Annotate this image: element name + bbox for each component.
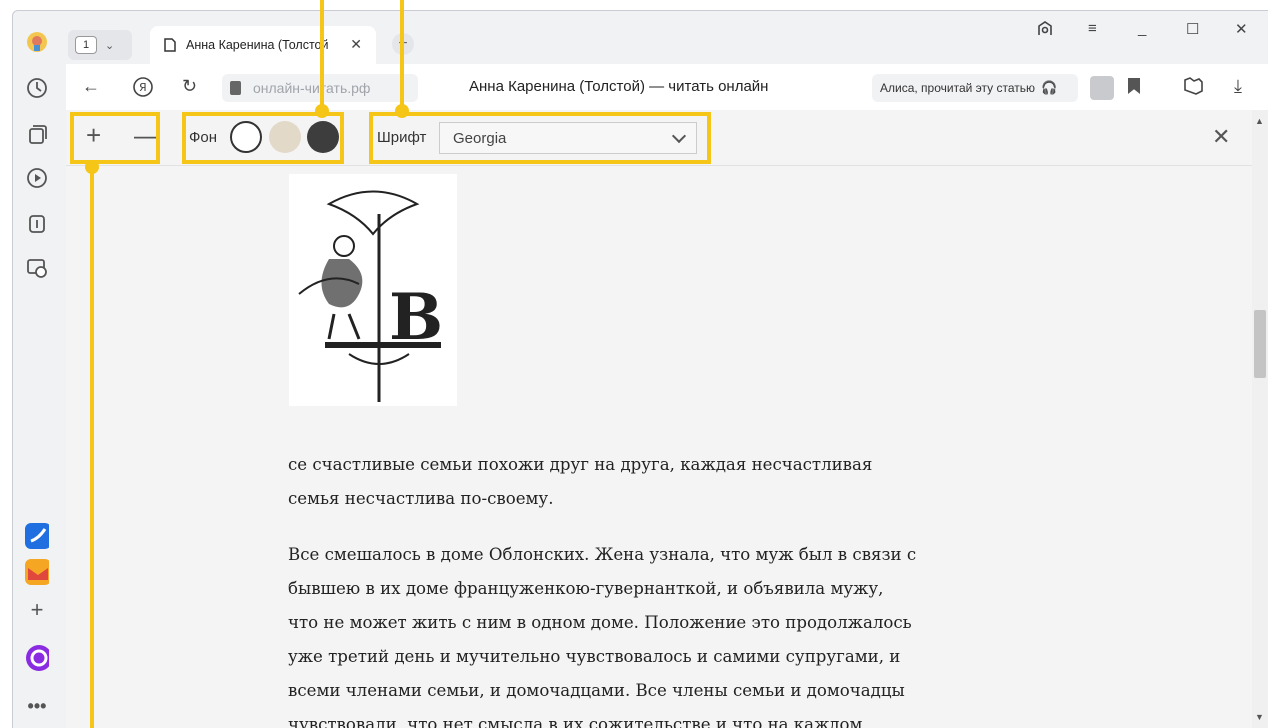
paragraph-1: се счастливые семьи похожи друг на друга… [288, 448, 1048, 516]
callout-line-font [400, 0, 404, 110]
sync-icon[interactable] [1036, 20, 1054, 42]
scroll-down-icon[interactable]: ▼ [1255, 712, 1264, 722]
scrollbar-thumb[interactable] [1254, 310, 1266, 378]
active-tab[interactable]: Анна Каренина (Толстой ✕ [150, 26, 376, 64]
screenshot-icon[interactable] [25, 256, 49, 280]
text-line: се счастливые семьи похожи друг на друга… [288, 455, 873, 474]
background-highlight [182, 112, 344, 164]
screenshot-frame: + ••• 1 ⌄ Анна Каренина (Толстой ✕ + ≡ _… [0, 0, 1268, 728]
tab-counter-icon[interactable] [25, 212, 49, 236]
document-icon [164, 38, 176, 52]
callout-dot-background [315, 104, 329, 118]
paragraph-2: Все смешалось в доме Облонских. Жена узн… [288, 538, 1048, 728]
messenger-app-icon[interactable] [25, 523, 49, 549]
callout-dot-font [395, 104, 409, 118]
chevron-down-icon: ⌄ [105, 39, 115, 52]
text-line: Все смешалось в доме Облонских. Жена узн… [288, 545, 917, 564]
alice-assistant-icon[interactable] [25, 645, 49, 671]
text-line: семья несчастлива по-своему. [288, 489, 554, 508]
callout-line-background [320, 0, 324, 110]
reader-mode-button[interactable] [1090, 76, 1114, 100]
text-line: что не может жить с ним в одном доме. По… [288, 613, 912, 632]
collections-icon[interactable] [25, 122, 49, 146]
close-window-icon[interactable]: ✕ [1235, 20, 1248, 38]
tab-count: 1 [75, 36, 97, 54]
close-tab-icon[interactable]: ✕ [350, 36, 362, 53]
callout-dot-font-size [85, 160, 99, 174]
font-highlight [369, 112, 711, 164]
text-line: чувствовали, что нет смысла в их сожител… [288, 715, 863, 728]
history-icon[interactable] [25, 76, 49, 100]
alisa-read-button[interactable]: Алиса, прочитай эту статью 🎧 [872, 74, 1078, 102]
protect-icon[interactable] [1182, 76, 1204, 101]
add-app-icon[interactable]: + [25, 597, 49, 622]
illustration-image: В [289, 174, 457, 406]
text-line: уже третий день и мучительно чувствовало… [288, 647, 901, 666]
alisa-read-label: Алиса, прочитай эту статью [880, 81, 1036, 95]
scrollbar[interactable] [1252, 110, 1268, 728]
tab-counter-button[interactable]: 1 ⌄ [68, 30, 132, 60]
callout-line-font-size [90, 170, 94, 728]
more-icon[interactable]: ••• [25, 694, 49, 718]
maximize-icon[interactable]: ☐ [1186, 20, 1199, 38]
svg-text:Я: Я [139, 81, 147, 94]
text-line: всеми членами семьи, и домочадцами. Все … [288, 681, 905, 700]
yandex-icon[interactable]: Я [132, 76, 154, 103]
headphones-icon: 🎧 [1041, 80, 1058, 95]
font-size-highlight [70, 112, 160, 164]
mail-app-icon[interactable] [25, 559, 49, 585]
minimize-icon[interactable]: _ [1138, 20, 1146, 37]
reload-icon[interactable]: ↻ [182, 76, 197, 97]
page-title: Анна Каренина (Толстой) — читать онлайн [469, 78, 769, 95]
text-line: бывшею в их доме француженкою-гувернантк… [288, 579, 884, 598]
download-icon[interactable]: ⤓ [1234, 76, 1242, 97]
page-icon [230, 81, 241, 95]
close-reader-icon[interactable]: ✕ [1212, 124, 1230, 150]
menu-icon[interactable]: ≡ [1088, 20, 1097, 37]
profile-avatar-icon[interactable] [25, 30, 49, 54]
url-text: онлайн-читать.рф [253, 80, 371, 96]
scroll-up-icon[interactable]: ▲ [1255, 116, 1264, 126]
video-icon[interactable] [25, 166, 49, 190]
back-icon[interactable]: ← [82, 76, 100, 97]
